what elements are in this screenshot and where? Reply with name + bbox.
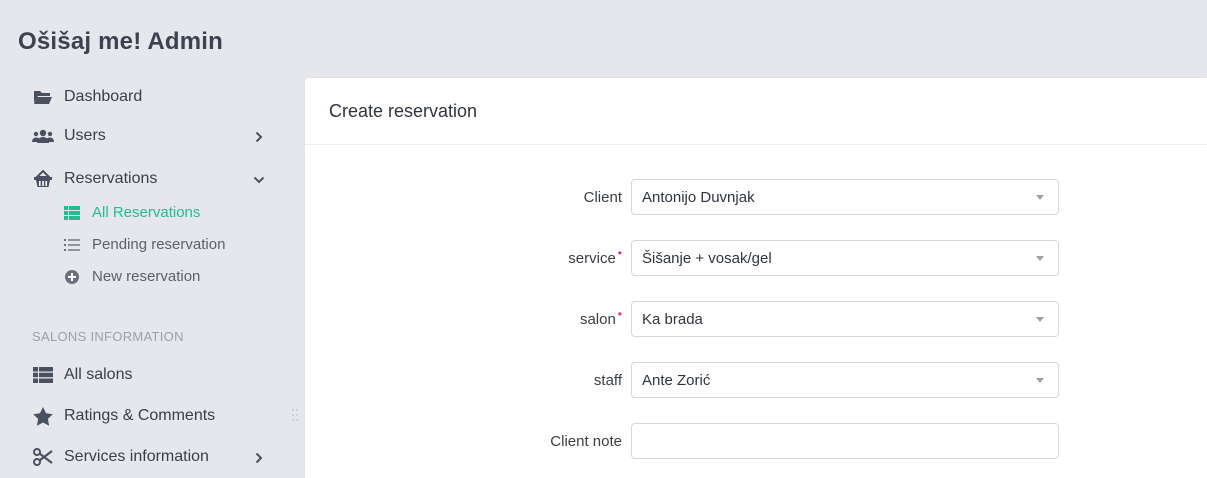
salon-label: salon •: [580, 301, 622, 337]
staff-select-value: Ante Zorić: [642, 371, 711, 389]
sidebar-resize-handle-icon[interactable]: [291, 408, 299, 422]
chevron-right-icon[interactable]: [252, 130, 266, 144]
list-icon: [64, 237, 80, 253]
form-row-client-note: Client note: [305, 423, 1207, 459]
required-marker: •: [617, 246, 622, 260]
sidebar-subitem-label: New reservation: [92, 268, 201, 285]
form-row-service: service • Šišanje + vosak/gel: [305, 240, 1207, 276]
basket-icon: [32, 168, 54, 190]
service-label-text: service: [568, 249, 616, 267]
sidebar-subitem-label: Pending reservation: [92, 236, 226, 253]
client-select[interactable]: Antonijo Duvnjak: [631, 179, 1059, 215]
sidebar-item-label: Reservations: [64, 170, 158, 187]
salon-select[interactable]: Ka brada: [631, 301, 1059, 337]
table-icon: [64, 205, 80, 221]
client-note-label-text: Client note: [550, 432, 622, 450]
service-select-value: Šišanje + vosak/gel: [642, 249, 772, 267]
scissors-icon: [32, 446, 54, 468]
app-title: Ošišaj me! Admin: [18, 28, 224, 55]
caret-down-icon: [1036, 256, 1044, 261]
salon-label-text: salon: [579, 310, 616, 328]
client-label: Client: [584, 179, 622, 215]
create-reservation-card: Create reservation Client Antonijo Duvnj…: [305, 78, 1207, 478]
caret-down-icon: [1036, 378, 1044, 383]
sidebar-item-label: All salons: [64, 366, 133, 383]
client-note-input[interactable]: [631, 423, 1059, 459]
sidebar-item-dashboard[interactable]: Dashboard: [32, 86, 142, 108]
client-note-label: Client note: [550, 423, 622, 459]
plus-circle-icon: [64, 269, 80, 285]
form-row-salon: salon • Ka brada: [305, 301, 1207, 337]
service-label: service •: [568, 240, 622, 276]
salon-select-value: Ka brada: [642, 310, 703, 328]
sidebar-item-label: Dashboard: [64, 88, 143, 105]
folder-open-icon: [32, 86, 54, 108]
staff-select[interactable]: Ante Zorić: [631, 362, 1059, 398]
staff-label: staff: [594, 362, 622, 398]
sidebar-item-label: Ratings & Comments: [64, 407, 216, 424]
client-label-text: Client: [583, 188, 622, 206]
users-icon: [32, 125, 54, 147]
form-row-client: Client Antonijo Duvnjak: [305, 179, 1207, 215]
form-row-staff: staff Ante Zorić: [305, 362, 1207, 398]
client-select-value: Antonijo Duvnjak: [642, 188, 755, 206]
sidebar-item-services-information[interactable]: Services information: [32, 446, 209, 468]
sidebar-item-label: Services information: [64, 448, 209, 465]
card-title: Create reservation: [305, 78, 1207, 145]
sidebar-subitem-pending-reservation[interactable]: Pending reservation: [64, 236, 225, 253]
required-marker: •: [617, 307, 622, 321]
caret-down-icon: [1036, 317, 1044, 322]
sidebar-item-reservations[interactable]: Reservations: [32, 168, 157, 190]
star-icon: [32, 405, 54, 427]
chevron-down-icon[interactable]: [252, 173, 266, 187]
sidebar-item-users[interactable]: Users: [32, 125, 106, 147]
sidebar-subitem-new-reservation[interactable]: New reservation: [64, 268, 200, 285]
section-header-salons: SALONS INFORMATION: [32, 329, 184, 344]
staff-label-text: staff: [593, 371, 622, 389]
caret-down-icon: [1036, 195, 1044, 200]
table-icon: [32, 364, 54, 386]
chevron-right-icon[interactable]: [252, 451, 266, 465]
sidebar-subitem-all-reservations[interactable]: All Reservations: [64, 204, 200, 221]
service-select[interactable]: Šišanje + vosak/gel: [631, 240, 1059, 276]
sidebar-subitem-label: All Reservations: [92, 204, 201, 221]
sidebar-item-all-salons[interactable]: All salons: [32, 364, 132, 386]
sidebar-item-ratings-comments[interactable]: Ratings & Comments: [32, 405, 215, 427]
sidebar-item-label: Users: [64, 127, 106, 144]
